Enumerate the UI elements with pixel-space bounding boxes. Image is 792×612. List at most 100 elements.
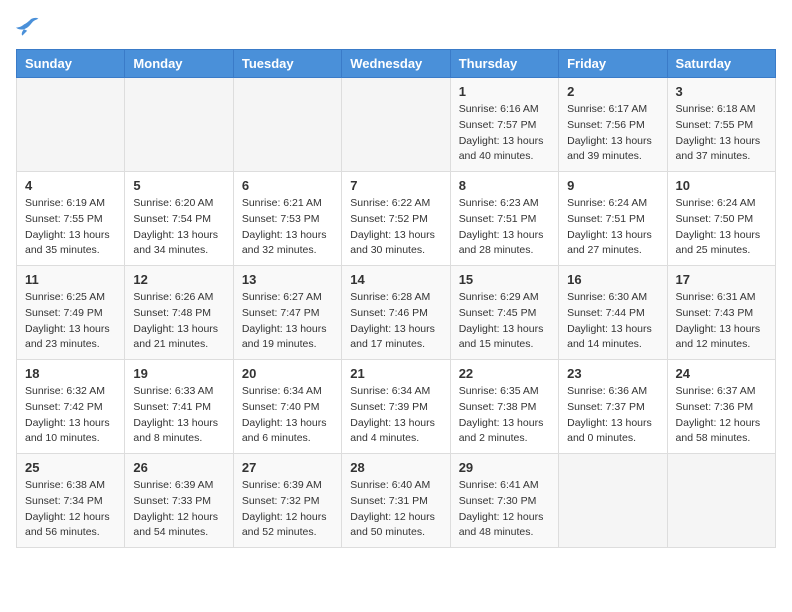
column-header-sunday: Sunday: [17, 50, 125, 78]
column-header-friday: Friday: [559, 50, 667, 78]
day-number: 28: [350, 460, 441, 475]
column-header-thursday: Thursday: [450, 50, 558, 78]
calendar-week-2: 4 Sunrise: 6:19 AM Sunset: 7:55 PM Daylig…: [17, 172, 776, 266]
calendar-cell: 10 Sunrise: 6:24 AM Sunset: 7:50 PM Dayli…: [667, 172, 775, 266]
column-header-wednesday: Wednesday: [342, 50, 450, 78]
day-number: 17: [676, 272, 767, 287]
day-number: 16: [567, 272, 658, 287]
day-number: 27: [242, 460, 333, 475]
day-number: 23: [567, 366, 658, 381]
column-header-saturday: Saturday: [667, 50, 775, 78]
calendar-cell: [233, 78, 341, 172]
calendar-cell: 27 Sunrise: 6:39 AM Sunset: 7:32 PM Dayli…: [233, 454, 341, 548]
day-number: 4: [25, 178, 116, 193]
day-info: Sunrise: 6:24 AM Sunset: 7:51 PM Dayligh…: [567, 196, 658, 259]
day-number: 10: [676, 178, 767, 193]
day-info: Sunrise: 6:24 AM Sunset: 7:50 PM Dayligh…: [676, 196, 767, 259]
day-info: Sunrise: 6:27 AM Sunset: 7:47 PM Dayligh…: [242, 290, 333, 353]
calendar-cell: 9 Sunrise: 6:24 AM Sunset: 7:51 PM Daylig…: [559, 172, 667, 266]
day-info: Sunrise: 6:19 AM Sunset: 7:55 PM Dayligh…: [25, 196, 116, 259]
day-number: 13: [242, 272, 333, 287]
calendar-cell: 29 Sunrise: 6:41 AM Sunset: 7:30 PM Dayli…: [450, 454, 558, 548]
calendar-cell: 11 Sunrise: 6:25 AM Sunset: 7:49 PM Dayli…: [17, 266, 125, 360]
calendar-cell: 19 Sunrise: 6:33 AM Sunset: 7:41 PM Dayli…: [125, 360, 233, 454]
calendar-cell: 2 Sunrise: 6:17 AM Sunset: 7:56 PM Daylig…: [559, 78, 667, 172]
day-info: Sunrise: 6:23 AM Sunset: 7:51 PM Dayligh…: [459, 196, 550, 259]
calendar-week-3: 11 Sunrise: 6:25 AM Sunset: 7:49 PM Dayli…: [17, 266, 776, 360]
day-number: 8: [459, 178, 550, 193]
calendar-week-4: 18 Sunrise: 6:32 AM Sunset: 7:42 PM Dayli…: [17, 360, 776, 454]
column-header-monday: Monday: [125, 50, 233, 78]
day-number: 21: [350, 366, 441, 381]
calendar-cell: 21 Sunrise: 6:34 AM Sunset: 7:39 PM Dayli…: [342, 360, 450, 454]
calendar-cell: 16Sunrise: 6:30 AM Sunset: 7:44 PM Dayli…: [559, 266, 667, 360]
day-info: Sunrise: 6:39 AM Sunset: 7:33 PM Dayligh…: [133, 478, 224, 541]
calendar-cell: 5 Sunrise: 6:20 AM Sunset: 7:54 PM Daylig…: [125, 172, 233, 266]
calendar-cell: 17Sunrise: 6:31 AM Sunset: 7:43 PM Dayli…: [667, 266, 775, 360]
day-number: 6: [242, 178, 333, 193]
day-info: Sunrise: 6:38 AM Sunset: 7:34 PM Dayligh…: [25, 478, 116, 541]
page-header: [16, 16, 776, 41]
day-number: 22: [459, 366, 550, 381]
calendar-table: SundayMondayTuesdayWednesdayThursdayFrid…: [16, 49, 776, 548]
calendar-week-1: 1 Sunrise: 6:16 AM Sunset: 7:57 PM Daylig…: [17, 78, 776, 172]
day-info: Sunrise: 6:28 AM Sunset: 7:46 PM Dayligh…: [350, 290, 441, 353]
day-info: Sunrise: 6:40 AM Sunset: 7:31 PM Dayligh…: [350, 478, 441, 541]
day-number: 19: [133, 366, 224, 381]
day-info: Sunrise: 6:39 AM Sunset: 7:32 PM Dayligh…: [242, 478, 333, 541]
calendar-cell: 3 Sunrise: 6:18 AM Sunset: 7:55 PM Daylig…: [667, 78, 775, 172]
calendar-cell: 8 Sunrise: 6:23 AM Sunset: 7:51 PM Daylig…: [450, 172, 558, 266]
day-number: 15: [459, 272, 550, 287]
calendar-cell: 7 Sunrise: 6:22 AM Sunset: 7:52 PM Daylig…: [342, 172, 450, 266]
day-number: 2: [567, 84, 658, 99]
day-number: 11: [25, 272, 116, 287]
day-number: 3: [676, 84, 767, 99]
day-number: 20: [242, 366, 333, 381]
calendar-cell: [667, 454, 775, 548]
calendar-cell: 6 Sunrise: 6:21 AM Sunset: 7:53 PM Daylig…: [233, 172, 341, 266]
day-info: Sunrise: 6:22 AM Sunset: 7:52 PM Dayligh…: [350, 196, 441, 259]
calendar-cell: 22 Sunrise: 6:35 AM Sunset: 7:38 PM Dayli…: [450, 360, 558, 454]
day-info: Sunrise: 6:18 AM Sunset: 7:55 PM Dayligh…: [676, 102, 767, 165]
day-number: 24: [676, 366, 767, 381]
day-info: Sunrise: 6:41 AM Sunset: 7:30 PM Dayligh…: [459, 478, 550, 541]
day-number: 18: [25, 366, 116, 381]
calendar-cell: 28 Sunrise: 6:40 AM Sunset: 7:31 PM Dayli…: [342, 454, 450, 548]
day-number: 14: [350, 272, 441, 287]
day-number: 1: [459, 84, 550, 99]
day-info: Sunrise: 6:20 AM Sunset: 7:54 PM Dayligh…: [133, 196, 224, 259]
day-number: 5: [133, 178, 224, 193]
day-info: Sunrise: 6:33 AM Sunset: 7:41 PM Dayligh…: [133, 384, 224, 447]
day-number: 9: [567, 178, 658, 193]
column-header-tuesday: Tuesday: [233, 50, 341, 78]
calendar-header-row: SundayMondayTuesdayWednesdayThursdayFrid…: [17, 50, 776, 78]
day-info: Sunrise: 6:25 AM Sunset: 7:49 PM Dayligh…: [25, 290, 116, 353]
day-info: Sunrise: 6:17 AM Sunset: 7:56 PM Dayligh…: [567, 102, 658, 165]
calendar-cell: 14 Sunrise: 6:28 AM Sunset: 7:46 PM Dayli…: [342, 266, 450, 360]
logo-graphic: [16, 16, 40, 41]
day-info: Sunrise: 6:34 AM Sunset: 7:40 PM Dayligh…: [242, 384, 333, 447]
day-number: 25: [25, 460, 116, 475]
day-info: Sunrise: 6:16 AM Sunset: 7:57 PM Dayligh…: [459, 102, 550, 165]
day-info: Sunrise: 6:26 AM Sunset: 7:48 PM Dayligh…: [133, 290, 224, 353]
day-info: Sunrise: 6:36 AM Sunset: 7:37 PM Dayligh…: [567, 384, 658, 447]
day-number: 7: [350, 178, 441, 193]
calendar-cell: [342, 78, 450, 172]
day-number: 26: [133, 460, 224, 475]
calendar-cell: 24 Sunrise: 6:37 AM Sunset: 7:36 PM Dayli…: [667, 360, 775, 454]
calendar-cell: 12Sunrise: 6:26 AM Sunset: 7:48 PM Dayli…: [125, 266, 233, 360]
day-info: Sunrise: 6:35 AM Sunset: 7:38 PM Dayligh…: [459, 384, 550, 447]
calendar-cell: 15Sunrise: 6:29 AM Sunset: 7:45 PM Dayli…: [450, 266, 558, 360]
day-info: Sunrise: 6:21 AM Sunset: 7:53 PM Dayligh…: [242, 196, 333, 259]
calendar-cell: 20 Sunrise: 6:34 AM Sunset: 7:40 PM Dayli…: [233, 360, 341, 454]
calendar-cell: 1 Sunrise: 6:16 AM Sunset: 7:57 PM Daylig…: [450, 78, 558, 172]
calendar-cell: [125, 78, 233, 172]
calendar-cell: 18 Sunrise: 6:32 AM Sunset: 7:42 PM Dayli…: [17, 360, 125, 454]
calendar-cell: 4 Sunrise: 6:19 AM Sunset: 7:55 PM Daylig…: [17, 172, 125, 266]
calendar-cell: 25 Sunrise: 6:38 AM Sunset: 7:34 PM Dayli…: [17, 454, 125, 548]
day-info: Sunrise: 6:37 AM Sunset: 7:36 PM Dayligh…: [676, 384, 767, 447]
day-number: 29: [459, 460, 550, 475]
calendar-cell: 23 Sunrise: 6:36 AM Sunset: 7:37 PM Dayli…: [559, 360, 667, 454]
day-info: Sunrise: 6:32 AM Sunset: 7:42 PM Dayligh…: [25, 384, 116, 447]
day-info: Sunrise: 6:34 AM Sunset: 7:39 PM Dayligh…: [350, 384, 441, 447]
